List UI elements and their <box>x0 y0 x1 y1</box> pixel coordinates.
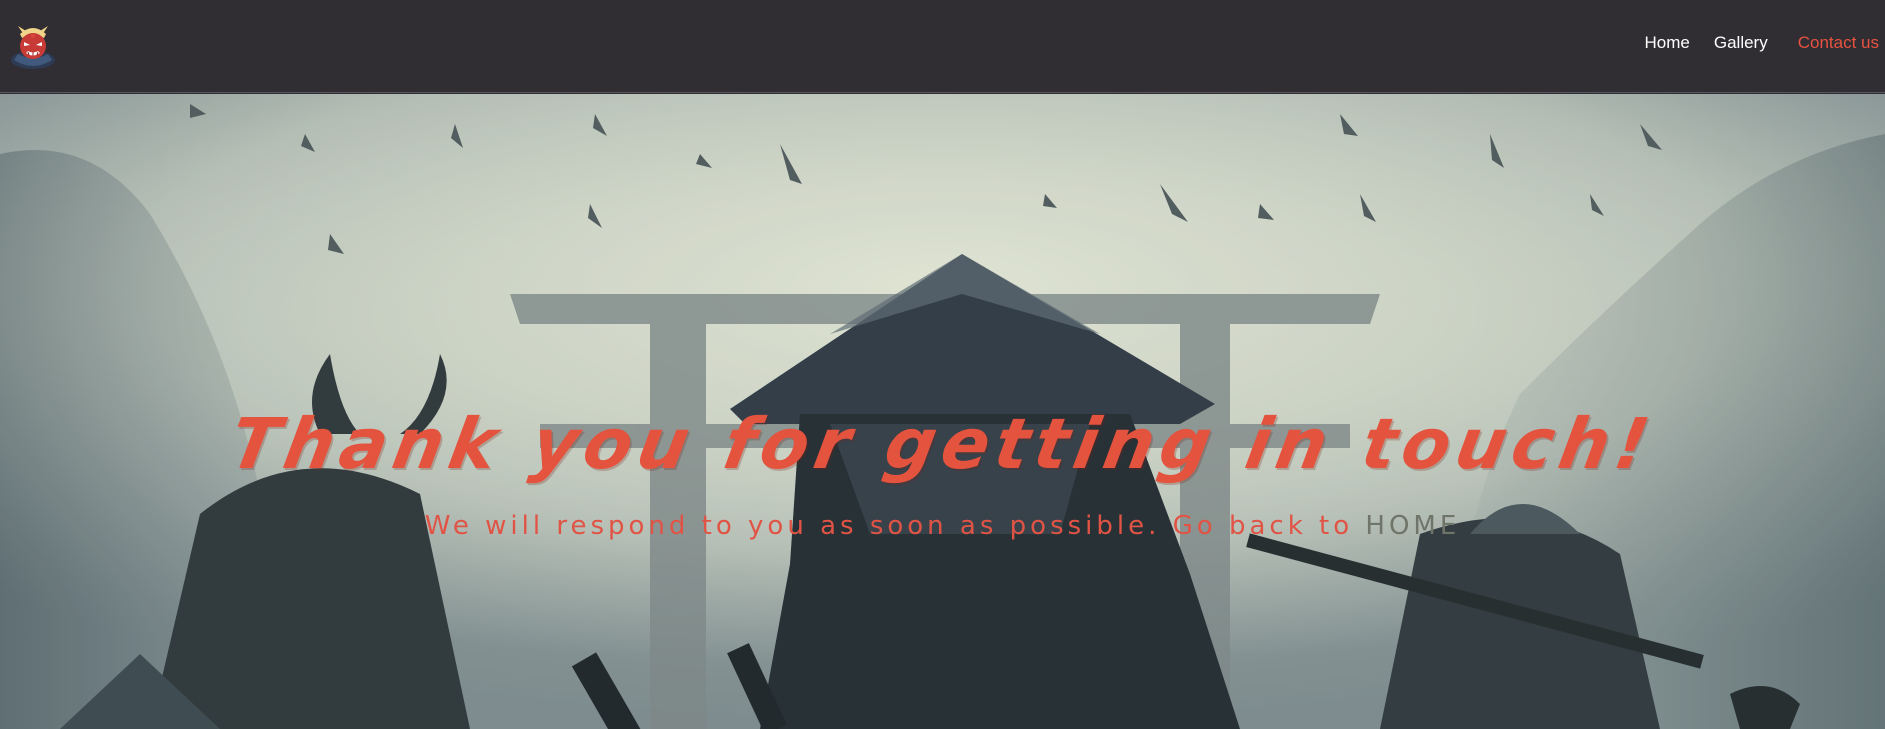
nav-contact-link[interactable]: Contact us <box>1798 32 1879 54</box>
navbar: Home Gallery Contact us <box>0 0 1885 93</box>
response-message: We will respond to you as soon as possib… <box>0 509 1885 543</box>
response-message-text: We will respond to you as soon as possib… <box>424 511 1354 541</box>
thank-you-headline: Thank you for getting in touch! <box>223 403 1662 485</box>
hero-text: Thank you for getting in touch! We will … <box>0 94 1885 729</box>
nav-home-link[interactable]: Home <box>1645 32 1690 54</box>
hero-section: Thank you for getting in touch! We will … <box>0 94 1885 729</box>
back-home-link[interactable]: HOME <box>1365 511 1460 541</box>
samurai-mask-logo-icon[interactable] <box>8 24 58 70</box>
main-nav: Home Gallery Contact us <box>1645 32 1879 54</box>
nav-gallery-link[interactable]: Gallery <box>1714 32 1768 54</box>
